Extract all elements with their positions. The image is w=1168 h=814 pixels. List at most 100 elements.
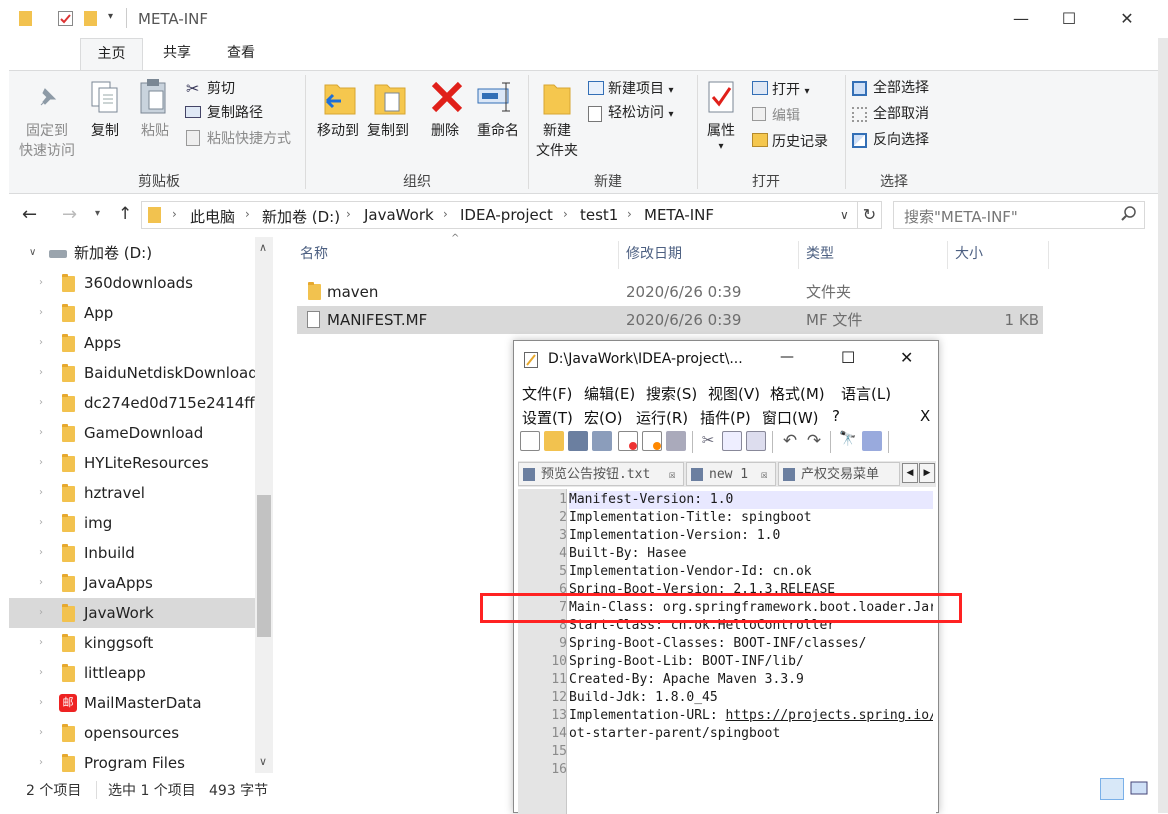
- code-line[interactable]: Spring-Boot-Classes: BOOT-INF/classes/: [569, 635, 933, 653]
- properties-quick-icon[interactable]: [58, 11, 73, 26]
- cut-icon[interactable]: ✂: [698, 431, 718, 451]
- address-bar[interactable]: › 此电脑 › 新加卷 (D:) › JavaWork › IDEA-proje…: [141, 201, 858, 229]
- edit-button[interactable]: 编辑: [772, 104, 800, 128]
- paste-shortcut-button[interactable]: 粘贴快捷方式: [207, 127, 291, 151]
- column-size[interactable]: 大小: [955, 237, 983, 271]
- pin-to-quick-access-button[interactable]: 固定到 快速访问: [15, 121, 79, 161]
- tab-share[interactable]: 共享: [146, 38, 208, 70]
- expand-chevron-icon[interactable]: ›: [39, 538, 43, 568]
- code-line[interactable]: Implementation-Title: spingboot: [569, 509, 933, 527]
- expand-chevron-icon[interactable]: ∨: [29, 238, 36, 268]
- notepad-menu-item[interactable]: 插件(P): [700, 407, 751, 428]
- tree-item[interactable]: › dc274ed0d715e2414ffa: [9, 388, 257, 418]
- rename-button[interactable]: 重命名: [471, 121, 525, 141]
- find-icon[interactable]: 🔭: [838, 431, 858, 451]
- paste-icon[interactable]: [746, 431, 766, 451]
- paste-button[interactable]: 粘贴: [133, 121, 177, 141]
- notepad-menu-item[interactable]: 格式(M): [770, 383, 825, 404]
- select-none-button[interactable]: 全部取消: [873, 102, 929, 126]
- undo-icon[interactable]: ↶: [780, 431, 800, 451]
- easy-access-button[interactable]: 轻松访问 ▾: [608, 101, 673, 125]
- code-line[interactable]: Manifest-Version: 1.0: [569, 491, 933, 509]
- save-all-icon[interactable]: [592, 431, 612, 451]
- expand-chevron-icon[interactable]: ›: [39, 508, 43, 538]
- tab-close-icon[interactable]: ☒: [669, 463, 676, 485]
- redo-icon[interactable]: ↷: [804, 431, 824, 451]
- tree-item[interactable]: › img: [9, 508, 257, 538]
- notepad-minimize-button[interactable]: —: [780, 349, 794, 365]
- code-line[interactable]: Built-By: Hasee: [569, 545, 933, 563]
- breadcrumb-drive[interactable]: 新加卷 (D:): [262, 206, 340, 227]
- new-item-button[interactable]: 新建项目 ▾: [608, 77, 673, 101]
- notepad-menu-item[interactable]: 设置(T): [522, 407, 573, 428]
- tree-item[interactable]: › JavaApps: [9, 568, 257, 598]
- large-icons-view-button[interactable]: [1128, 778, 1152, 800]
- expand-chevron-icon[interactable]: ›: [39, 598, 43, 628]
- expand-chevron-icon[interactable]: ›: [39, 628, 43, 658]
- column-name[interactable]: 名称: [300, 237, 328, 271]
- search-icon[interactable]: [1120, 205, 1138, 227]
- tree-item[interactable]: › 邮 MailMasterData: [9, 688, 257, 718]
- notepad-menu-item[interactable]: 搜索(S): [646, 383, 697, 404]
- tree-item[interactable]: › Inbuild: [9, 538, 257, 568]
- notepad-menu-item[interactable]: 文件(F): [522, 383, 572, 404]
- expand-chevron-icon[interactable]: ›: [39, 718, 43, 748]
- notepad-menu-item[interactable]: 编辑(E): [584, 383, 635, 404]
- details-view-button[interactable]: [1100, 778, 1124, 800]
- breadcrumb-javawork[interactable]: JavaWork: [364, 206, 434, 224]
- select-all-button[interactable]: 全部选择: [873, 76, 929, 100]
- navigation-scrollbar[interactable]: ∧ ∨: [255, 237, 273, 773]
- new-folder-quick-icon[interactable]: [84, 11, 97, 26]
- expand-chevron-icon[interactable]: ›: [39, 388, 43, 418]
- open-file-icon[interactable]: [544, 431, 564, 451]
- scroll-up-icon[interactable]: ∧: [259, 241, 267, 254]
- tree-item[interactable]: › 360downloads: [9, 268, 257, 298]
- expand-chevron-icon[interactable]: ›: [39, 568, 43, 598]
- notepad-menu-item[interactable]: 窗口(W): [762, 407, 819, 428]
- tree-item[interactable]: › Program Files: [9, 748, 257, 778]
- history-button[interactable]: 历史记录: [772, 130, 828, 154]
- notepad-tab[interactable]: 预览公告按钮.txt ☒: [518, 462, 684, 486]
- refresh-button[interactable]: ↻: [858, 201, 882, 229]
- code-line[interactable]: Build-Jdk: 1.8.0_45: [569, 689, 933, 707]
- notepad-doc-close-button[interactable]: X: [920, 407, 930, 425]
- tree-item[interactable]: › kinggsoft: [9, 628, 257, 658]
- maximize-button[interactable]: ☐: [1046, 4, 1092, 34]
- expand-chevron-icon[interactable]: ›: [39, 478, 43, 508]
- new-folder-button[interactable]: 新建 文件夹: [531, 121, 583, 161]
- file-row[interactable]: maven 2020/6/26 0:39 文件夹: [297, 278, 1043, 306]
- breadcrumb-test1[interactable]: test1: [580, 206, 618, 224]
- breadcrumb-idea-project[interactable]: IDEA-project: [460, 206, 553, 224]
- expand-chevron-icon[interactable]: ›: [39, 688, 43, 718]
- copy-icon[interactable]: [722, 431, 742, 451]
- move-to-button[interactable]: 移动到: [311, 121, 365, 141]
- notepad-menu-item[interactable]: ?: [832, 407, 840, 425]
- tab-close-icon[interactable]: ☒: [761, 463, 768, 485]
- tree-item[interactable]: › HYLiteResources: [9, 448, 257, 478]
- tree-item[interactable]: › BaiduNetdiskDownload: [9, 358, 257, 388]
- code-line[interactable]: Spring-Boot-Lib: BOOT-INF/lib/: [569, 653, 933, 671]
- notepad-tab[interactable]: new 1 ☒: [686, 462, 776, 486]
- expand-chevron-icon[interactable]: ›: [39, 748, 43, 778]
- new-file-icon[interactable]: [520, 431, 540, 451]
- notepad-menu-item[interactable]: 语言(L): [841, 383, 891, 404]
- address-history-dropdown-icon[interactable]: ∨: [840, 208, 849, 222]
- code-line[interactable]: Implementation-Version: 1.0: [569, 527, 933, 545]
- column-date[interactable]: 修改日期: [626, 237, 682, 271]
- quick-access-dropdown-icon[interactable]: ▾: [108, 11, 113, 22]
- code-line[interactable]: ot-starter-parent/spingboot: [569, 725, 933, 743]
- invert-selection-button[interactable]: 反向选择: [873, 128, 929, 152]
- properties-button[interactable]: 属性 ▾: [699, 121, 743, 153]
- code-line[interactable]: Implementation-Vendor-Id: cn.ok: [569, 563, 933, 581]
- search-input[interactable]: 搜索"META-INF": [904, 206, 1018, 227]
- save-icon[interactable]: [568, 431, 588, 451]
- search-box[interactable]: 搜索"META-INF": [893, 201, 1145, 229]
- tab-scroll-left-icon[interactable]: ◀: [902, 463, 918, 483]
- tree-item[interactable]: › Apps: [9, 328, 257, 358]
- delete-button[interactable]: 删除: [423, 121, 467, 141]
- notepad-close-button[interactable]: ✕: [900, 348, 913, 367]
- expand-chevron-icon[interactable]: ›: [39, 268, 43, 298]
- notepad-editor[interactable]: 1 Manifest-Version: 1.0 2 Implementation-Ti…: [518, 489, 936, 814]
- notepad-menu-item[interactable]: 宏(O): [584, 407, 623, 428]
- minimize-button[interactable]: —: [998, 4, 1044, 34]
